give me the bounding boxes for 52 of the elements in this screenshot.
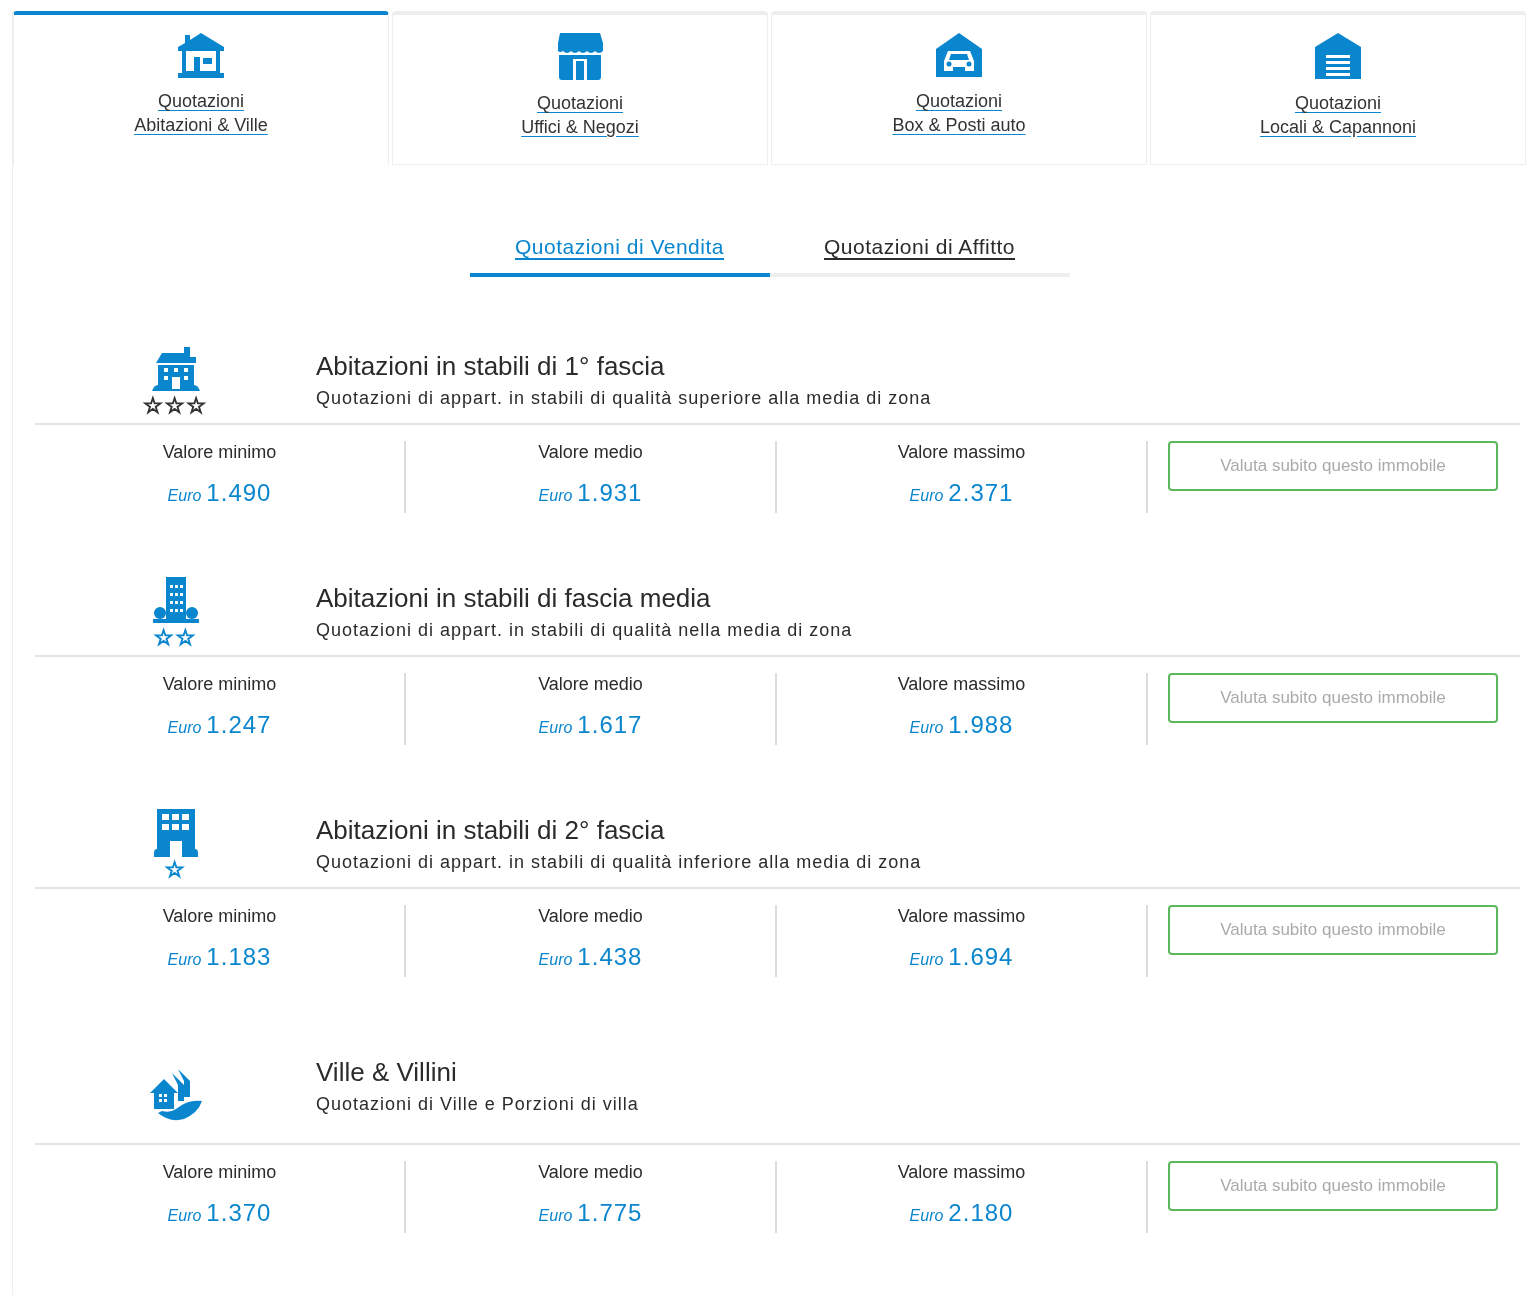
value-label: Valore medio (538, 673, 643, 696)
house-icon (176, 31, 226, 79)
value-label: Valore minimo (162, 1161, 277, 1184)
price-value: Euro 1.617 (538, 710, 643, 740)
price-value: Euro 1.490 (167, 478, 272, 508)
category-tab[interactable]: Quotazioni Uffici & Negozi (392, 11, 768, 165)
category-tab[interactable]: Quotazioni Abitazioni & Ville (13, 11, 389, 165)
star-rating: ☆☆ (153, 627, 198, 649)
category-title: Abitazioni in stabili di fascia media (316, 582, 712, 615)
value-label: Valore massimo (897, 673, 1026, 696)
shop-icon (555, 31, 605, 81)
price-value: Euro 1.247 (167, 710, 272, 740)
price-value: Euro 1.183 (167, 942, 272, 972)
category-description: Quotazioni di appart. in stabili di qualità inferiore alla media di zona (316, 851, 922, 874)
price-value: Euro 2.180 (909, 1198, 1014, 1228)
tower-icon (151, 577, 200, 625)
price-value: Euro 1.988 (909, 710, 1014, 740)
price-value: Euro 2.371 (909, 478, 1014, 508)
value-label: Valore massimo (897, 905, 1026, 928)
category-link[interactable]: Quotazioni Box & Posti auto (892, 89, 1026, 137)
building-icon (151, 347, 200, 393)
price-value: Euro 1.438 (538, 942, 643, 972)
category-tab[interactable]: Quotazioni Box & Posti auto (771, 11, 1147, 165)
category-link[interactable]: Quotazioni Locali & Capannoni (1259, 91, 1417, 139)
category-tab[interactable]: Quotazioni Locali & Capannoni (1150, 11, 1526, 165)
category-title: Abitazioni in stabili di 1° fascia (316, 350, 666, 383)
price-value: Euro 1.370 (167, 1198, 272, 1228)
star-rating: ☆ (164, 859, 187, 881)
value-label: Valore medio (538, 441, 643, 464)
value-label: Valore minimo (162, 441, 277, 464)
category-description: Quotazioni di appart. in stabili di qualità superiore alla media di zona (316, 387, 932, 410)
office-building-icon (153, 809, 198, 857)
value-label: Valore medio (538, 905, 643, 928)
value-label: Valore minimo (162, 905, 277, 928)
value-label: Valore minimo (162, 673, 277, 696)
value-label: Valore massimo (897, 1161, 1026, 1184)
star-rating: ☆☆☆ (142, 395, 209, 417)
category-link[interactable]: Quotazioni Abitazioni & Ville (134, 89, 268, 137)
category-link[interactable]: Quotazioni Uffici & Negozi (521, 91, 639, 139)
category-title: Ville & Villini (316, 1056, 458, 1089)
mode-tab[interactable]: Quotazioni di Affitto (769, 221, 1070, 277)
category-title: Abitazioni in stabili di 2° fascia (316, 814, 666, 847)
value-label: Valore medio (538, 1161, 643, 1184)
price-value: Euro 1.775 (538, 1198, 643, 1228)
warehouse-icon (1313, 31, 1363, 81)
mode-tab[interactable]: Quotazioni di Vendita (469, 221, 770, 277)
price-value: Euro 1.931 (538, 478, 643, 508)
garage-icon (934, 31, 984, 79)
category-description: Quotazioni di Ville e Porzioni di villa (316, 1093, 639, 1116)
value-label: Valore massimo (897, 441, 1026, 464)
price-value: Euro 1.694 (909, 942, 1014, 972)
category-description: Quotazioni di appart. in stabili di qualità nella media di zona (316, 619, 853, 642)
